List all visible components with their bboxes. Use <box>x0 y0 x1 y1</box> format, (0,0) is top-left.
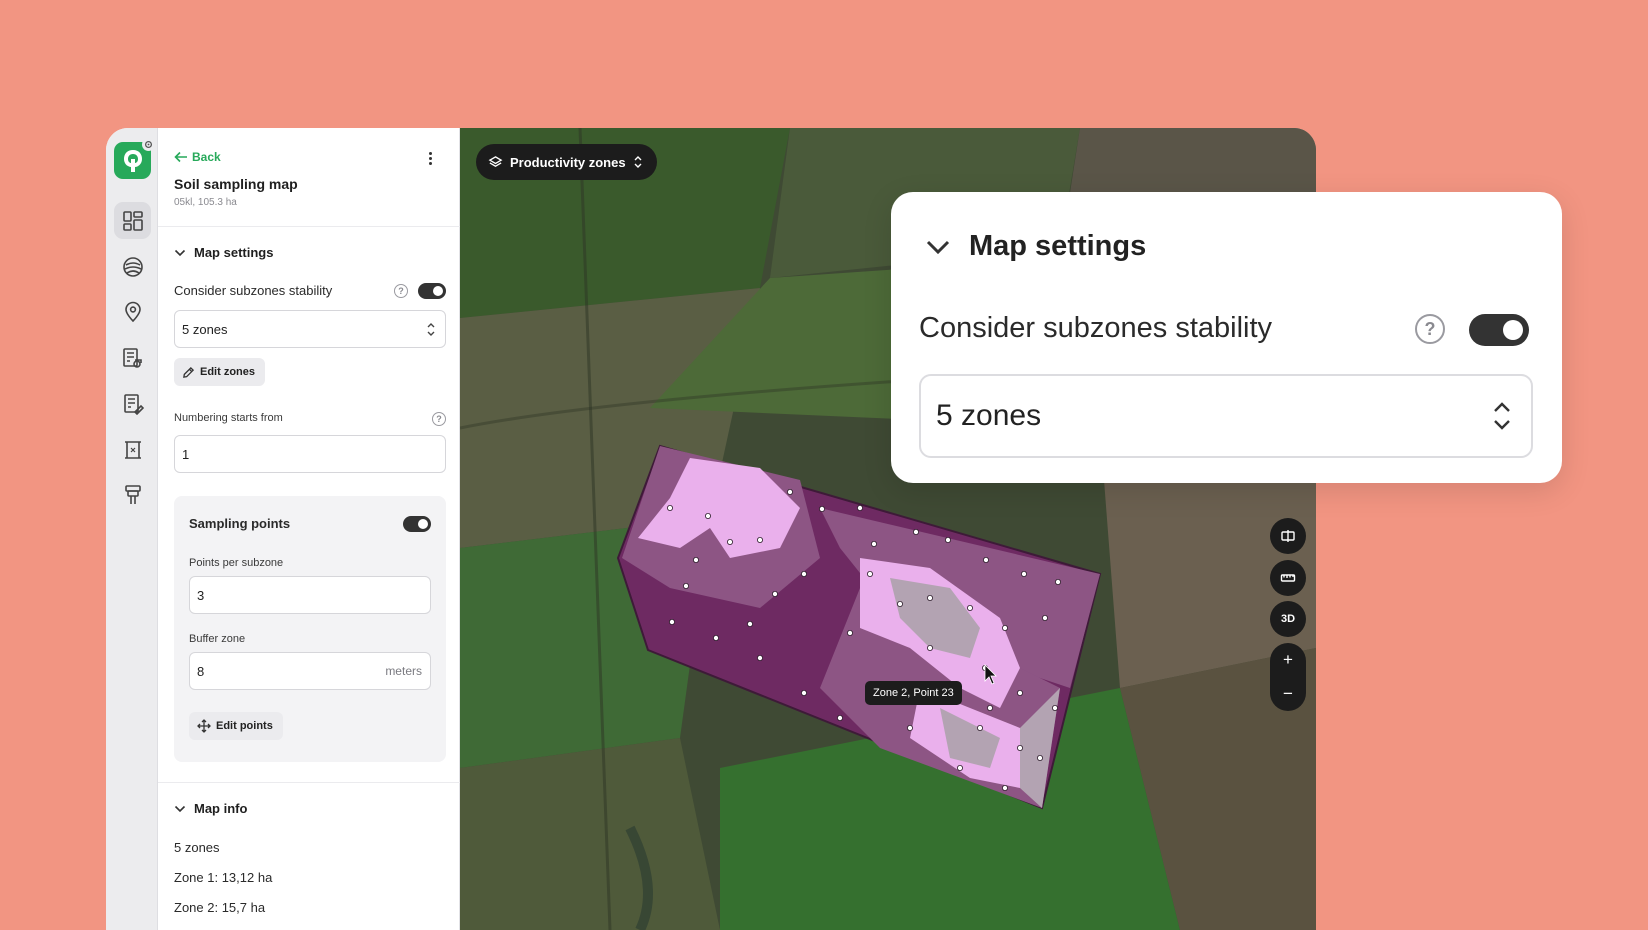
chevron-down-icon <box>174 249 186 256</box>
zoom-controls: + − <box>1270 643 1306 711</box>
arrow-left-icon <box>174 151 187 163</box>
split-view-button[interactable] <box>1270 518 1306 554</box>
zones-count-value: 5 zones <box>182 321 228 337</box>
points-per-subzone-label: Points per subzone <box>189 557 284 569</box>
chevron-up-down-icon <box>634 156 642 168</box>
ruler-button[interactable] <box>1270 560 1306 596</box>
map-info-zone-2: Zone 2: 15,7 ha <box>174 900 266 915</box>
logo-icon <box>123 149 142 172</box>
numbering-start-value: 1 <box>182 446 190 462</box>
map-info-title: Map info <box>194 801 248 816</box>
callout-subzones-toggle[interactable] <box>1469 314 1529 346</box>
settings-gear-icon[interactable] <box>142 138 155 151</box>
side-panel: Back Soil sampling map 05kl, 105.3 ha Ma… <box>158 128 460 930</box>
points-per-subzone-input[interactable]: 3 <box>189 576 431 614</box>
zones-count-select[interactable]: 5 zones <box>174 310 446 348</box>
rail-item-dashboard[interactable] <box>114 202 151 239</box>
map-info-zones: 5 zones <box>174 840 220 855</box>
split-view-icon <box>1281 530 1295 542</box>
divider <box>158 782 460 783</box>
pencil-ruler-icon <box>183 366 195 378</box>
subzones-stability-toggle[interactable] <box>418 283 446 299</box>
ruler-icon <box>1280 574 1296 582</box>
numbering-start-input[interactable]: 1 <box>174 435 446 473</box>
callout-map-settings-title: Map settings <box>969 230 1147 262</box>
3d-label: 3D <box>1280 613 1296 625</box>
divider <box>158 226 460 227</box>
map-settings-callout: Map settings Consider subzones stability… <box>891 192 1562 483</box>
rail-item-weather[interactable] <box>114 476 151 513</box>
3d-toggle-button[interactable]: 3D <box>1270 601 1306 637</box>
help-icon[interactable]: ? <box>1415 314 1445 344</box>
back-button[interactable]: Back <box>174 150 221 164</box>
chevron-up-down-icon <box>1494 402 1510 430</box>
edit-points-label: Edit points <box>216 720 273 732</box>
layer-select-label: Productivity zones <box>510 154 626 170</box>
map-settings-title: Map settings <box>194 245 274 260</box>
chevron-down-icon <box>174 805 186 812</box>
map-info-header[interactable]: Map info <box>174 801 247 816</box>
back-label: Back <box>192 150 221 164</box>
field-subtitle: 05kl, 105.3 ha <box>174 197 237 208</box>
help-icon[interactable]: ? <box>432 412 446 426</box>
rail-item-documents[interactable] <box>114 385 151 422</box>
weather-station-icon <box>124 484 141 504</box>
edit-points-button[interactable]: Edit points <box>189 712 283 740</box>
callout-zones-value: 5 zones <box>936 399 1042 432</box>
location-pin-icon <box>124 301 141 322</box>
edit-zones-label: Edit zones <box>200 366 256 378</box>
callout-zones-select[interactable]: 5 zones <box>919 374 1533 458</box>
callout-map-settings-header[interactable]: Map settings <box>925 230 1146 263</box>
sampling-points-title: Sampling points <box>189 516 291 531</box>
callout-subzones-label: Consider subzones stability <box>919 312 1273 344</box>
field-icon <box>122 256 143 277</box>
edit-zones-button[interactable]: Edit zones <box>174 358 266 386</box>
subzones-stability-label: Consider subzones stability <box>174 283 333 298</box>
zoom-out-button[interactable]: − <box>1270 677 1306 711</box>
help-icon[interactable]: ? <box>394 284 408 298</box>
rail-item-locations[interactable] <box>114 293 151 330</box>
machinery-report-icon <box>122 347 142 368</box>
rail-item-crop[interactable] <box>114 431 151 468</box>
buffer-zone-label: Buffer zone <box>189 633 246 645</box>
rail-item-machinery[interactable] <box>114 339 151 376</box>
sampling-points-toggle[interactable] <box>403 516 431 532</box>
point-tooltip: Zone 2, Point 23 <box>865 681 962 705</box>
icon-rail <box>106 128 158 930</box>
points-per-subzone-value: 3 <box>197 587 205 603</box>
move-arrows-icon <box>197 719 211 733</box>
buffer-zone-unit: meters <box>385 664 422 678</box>
layer-select-button[interactable]: Productivity zones <box>476 144 657 180</box>
chevron-down-icon <box>926 240 950 254</box>
layers-icon <box>488 155 503 167</box>
app-logo[interactable] <box>114 138 155 179</box>
crop-icon <box>124 440 141 459</box>
more-options-icon[interactable] <box>423 150 437 166</box>
rail-item-fields[interactable] <box>114 248 151 285</box>
map-info-zone-1: Zone 1: 13,12 ha <box>174 870 273 885</box>
buffer-zone-value: 8 <box>197 663 205 679</box>
zoom-in-button[interactable]: + <box>1270 643 1306 677</box>
dashboard-icon <box>122 210 143 231</box>
page-title: Soil sampling map <box>174 176 298 192</box>
document-edit-icon <box>123 393 144 415</box>
buffer-zone-input[interactable]: 8 meters <box>189 652 431 690</box>
numbering-label: Numbering starts from <box>174 412 283 424</box>
map-settings-header[interactable]: Map settings <box>174 245 273 260</box>
sampling-points-card: Sampling points Points per subzone 3 Buf… <box>174 496 446 762</box>
chevron-up-down-icon <box>427 323 435 336</box>
